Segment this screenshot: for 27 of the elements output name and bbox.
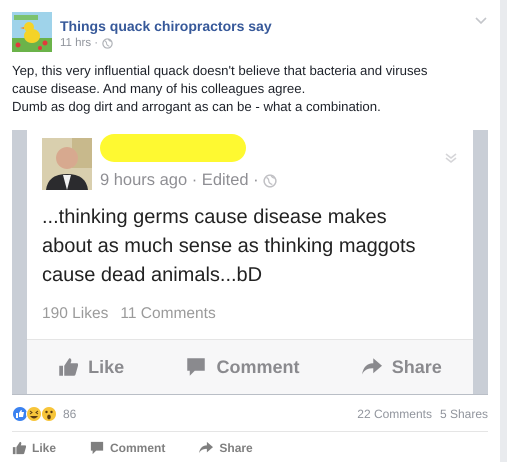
comments-count-link[interactable]: 22 Comments <box>357 405 432 424</box>
thumbs-up-icon <box>12 441 26 456</box>
post-stat: 190 Likes <box>42 304 108 324</box>
post-meta: 9 hours ago · Edited · <box>100 170 259 192</box>
shares-count-link[interactable]: 5 Shares <box>440 405 488 424</box>
share-button[interactable]: Share <box>362 354 442 381</box>
chevron-down-icon <box>444 152 458 164</box>
reaction-count[interactable]: 86 <box>63 405 76 424</box>
like-button[interactable]: Like <box>58 354 124 381</box>
post-text: ...thinking germs cause disease makes about as much sense as thinking maggots cause dead animals...bD <box>41 205 417 288</box>
comment-button[interactable]: Comment <box>186 354 300 381</box>
speech-bubble-icon <box>186 357 206 378</box>
post-text: Yep, this very influential quack doesn't believe that bacteria and viruses cause disease. And many of his colleagues agree. <box>12 62 428 98</box>
post-stat: 11 Comments <box>120 304 216 324</box>
speech-bubble-icon <box>90 441 104 456</box>
share-button[interactable]: Share <box>199 439 253 458</box>
page-name[interactable]: Things quack chiropractors say <box>60 18 272 35</box>
comment-button[interactable]: Comment <box>90 439 166 458</box>
globe-icon <box>102 38 114 50</box>
globe-icon <box>262 174 277 188</box>
post-time[interactable]: 11 hrs · <box>60 35 98 52</box>
share-arrow-icon <box>199 441 214 456</box>
thumbs-up-icon <box>58 357 78 378</box>
like-button[interactable]: Like <box>12 439 56 458</box>
post-text: Dumb as dog dirt and arrogant as can be - what a combination. <box>12 98 382 116</box>
chevron-down-icon <box>474 16 488 26</box>
reaction-icons <box>12 406 59 422</box>
